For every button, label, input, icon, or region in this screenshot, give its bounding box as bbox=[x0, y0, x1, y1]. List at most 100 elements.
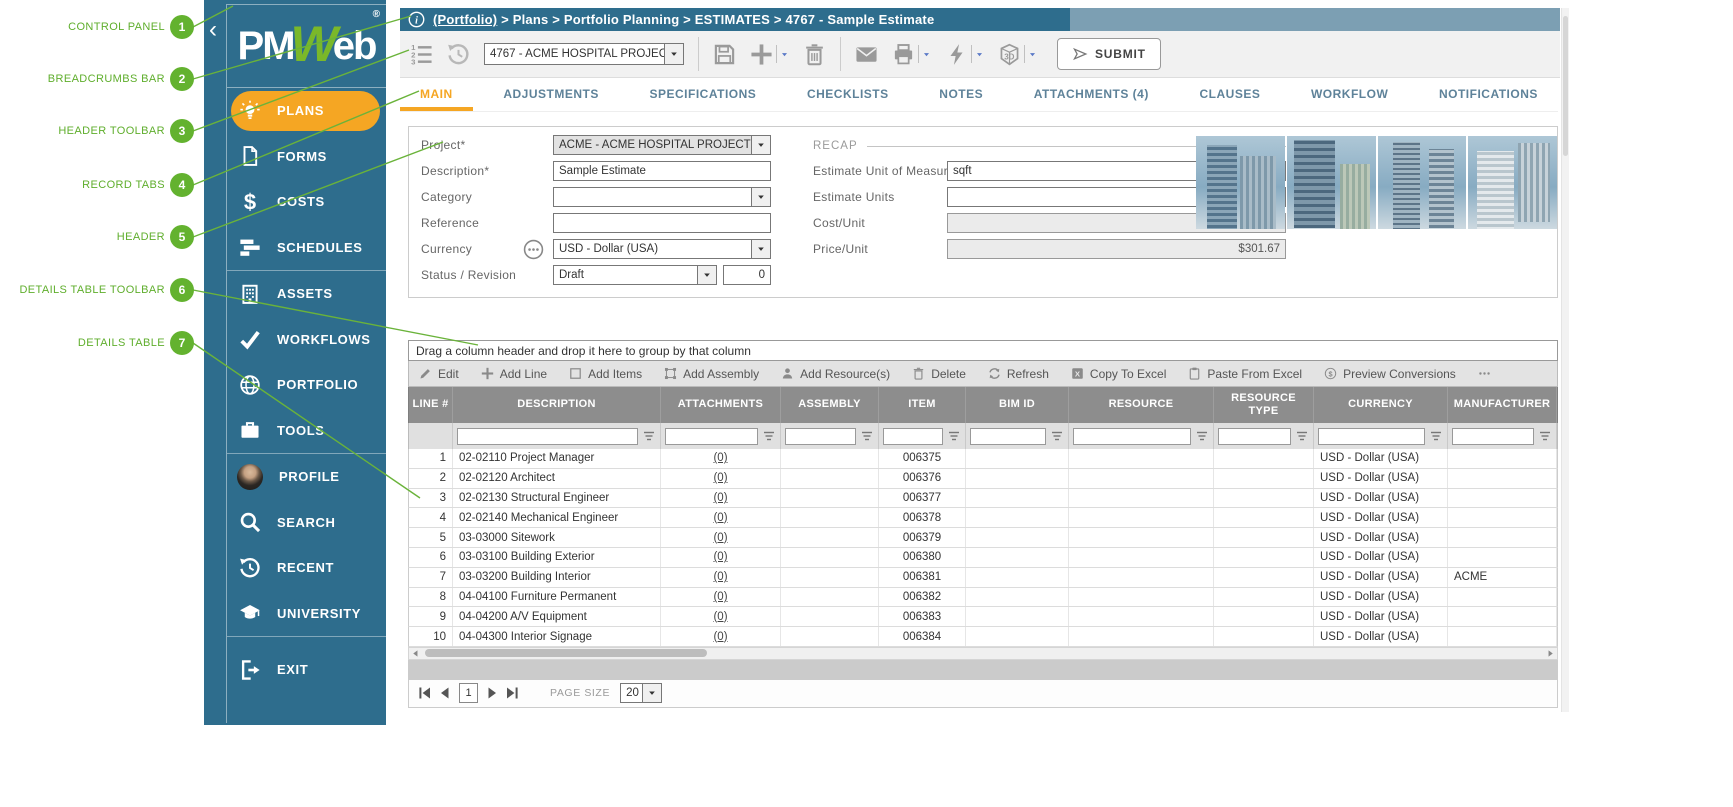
group-by-drop-zone[interactable]: Drag a column header and drop it here to… bbox=[408, 340, 1558, 361]
tab-notifications[interactable]: NOTIFICATIONS bbox=[1419, 80, 1558, 111]
delete-button[interactable]: Delete bbox=[912, 367, 966, 381]
attachments-link[interactable]: (0) bbox=[713, 591, 727, 603]
attachments-link[interactable]: (0) bbox=[713, 551, 727, 563]
table-row[interactable]: 503-03000 Sitework(0)006379USD - Dollar … bbox=[408, 528, 1558, 548]
delete-icon[interactable] bbox=[803, 43, 826, 66]
filter-input-bim_id[interactable] bbox=[970, 428, 1046, 445]
sidebar-item-workflows[interactable]: WORKFLOWS bbox=[227, 317, 386, 363]
scrollbar-thumb[interactable] bbox=[1563, 16, 1568, 156]
chevron-down-icon[interactable] bbox=[751, 136, 770, 154]
bim-split-button[interactable]: 3D bbox=[998, 43, 1037, 66]
filter-input-assembly[interactable] bbox=[785, 428, 856, 445]
sidebar-item-exit[interactable]: EXIT bbox=[227, 647, 386, 693]
submit-button[interactable]: SUBMIT bbox=[1057, 38, 1161, 70]
add-items-button[interactable]: Add Items bbox=[569, 367, 642, 381]
add-resource-s-button[interactable]: Add Resource(s) bbox=[781, 367, 890, 381]
lightning-icon[interactable] bbox=[945, 43, 968, 66]
sidebar-item-plans[interactable]: PLANS bbox=[227, 88, 386, 134]
refresh-button[interactable]: Refresh bbox=[988, 367, 1049, 381]
tab-workflow[interactable]: WORKFLOW bbox=[1291, 80, 1408, 111]
attachments-link[interactable]: (0) bbox=[713, 492, 727, 504]
table-row[interactable]: 402-02140 Mechanical Engineer(0)006378US… bbox=[408, 508, 1558, 528]
print-split-button[interactable] bbox=[892, 43, 931, 66]
chevron-down-icon[interactable] bbox=[751, 240, 770, 258]
filter-input-attachments[interactable] bbox=[665, 428, 758, 445]
add-icon[interactable] bbox=[750, 43, 773, 66]
column-header-currency[interactable]: CURRENCY bbox=[1314, 387, 1448, 423]
actions-split-button[interactable] bbox=[945, 43, 984, 66]
filter-icon[interactable] bbox=[1429, 430, 1443, 442]
description-field[interactable]: Sample Estimate bbox=[553, 161, 771, 181]
sidebar-item-search[interactable]: SEARCH bbox=[227, 500, 386, 546]
filter-icon[interactable] bbox=[860, 430, 874, 442]
attachments-link[interactable]: (0) bbox=[713, 631, 727, 643]
breadcrumb-segment[interactable]: Plans bbox=[513, 12, 549, 27]
filter-icon[interactable] bbox=[1050, 430, 1064, 442]
first-page-icon[interactable] bbox=[417, 685, 433, 701]
filter-icon[interactable] bbox=[762, 430, 776, 442]
column-header-line[interactable]: LINE # bbox=[409, 387, 453, 423]
column-header-bim-id[interactable]: BIM ID bbox=[966, 387, 1069, 423]
table-row[interactable]: 603-03100 Building Exterior(0)006380USD … bbox=[408, 548, 1558, 568]
table-row[interactable]: 302-02130 Structural Engineer(0)006377US… bbox=[408, 489, 1558, 509]
breadcrumb-segment[interactable]: ESTIMATES bbox=[695, 12, 770, 27]
sidebar-item-portfolio[interactable]: PORTFOLIO bbox=[227, 362, 386, 408]
table-row[interactable]: 904-04200 A/V Equipment(0)006383USD - Do… bbox=[408, 607, 1558, 627]
scroll-right-icon[interactable] bbox=[1544, 648, 1557, 659]
filter-input-resource[interactable] bbox=[1073, 428, 1191, 445]
reference-field[interactable] bbox=[553, 213, 771, 233]
sidebar-item-profile[interactable]: PROFILE bbox=[227, 454, 386, 500]
tab-checklists[interactable]: CHECKLISTS bbox=[787, 80, 909, 111]
filter-input-item[interactable] bbox=[883, 428, 943, 445]
column-header-resource-type[interactable]: RESOURCE TYPE bbox=[1214, 387, 1314, 423]
chevron-down-icon[interactable] bbox=[664, 44, 683, 64]
column-header-item[interactable]: ITEM bbox=[879, 387, 966, 423]
previous-page-icon[interactable] bbox=[437, 685, 453, 701]
add-record-split-button[interactable] bbox=[750, 43, 789, 66]
breadcrumb-segment[interactable]: (Portfolio) bbox=[433, 12, 497, 27]
status-select[interactable]: Draft bbox=[553, 265, 717, 285]
paste-from-excel-button[interactable]: Paste From Excel bbox=[1188, 367, 1302, 381]
bim-dropdown-caret-icon[interactable] bbox=[1028, 50, 1037, 59]
record-selector[interactable]: 4767 - ACME HOSPITAL PROJECT - S bbox=[484, 43, 684, 65]
table-row[interactable]: 703-03200 Building Interior(0)006381USD … bbox=[408, 568, 1558, 588]
print-icon[interactable] bbox=[892, 43, 915, 66]
preview-conversions-button[interactable]: $ Preview Conversions bbox=[1324, 367, 1456, 381]
tab-specifications[interactable]: SPECIFICATIONS bbox=[630, 80, 777, 111]
filter-icon[interactable] bbox=[642, 430, 656, 442]
chevron-down-icon[interactable] bbox=[697, 266, 716, 284]
sidebar-item-university[interactable]: UNIVERSITY bbox=[227, 591, 386, 637]
attachments-link[interactable]: (0) bbox=[713, 452, 727, 464]
add-dropdown-caret-icon[interactable] bbox=[780, 50, 789, 59]
filter-icon[interactable] bbox=[1295, 430, 1309, 442]
sidebar-item-schedules[interactable]: SCHEDULES bbox=[227, 225, 386, 271]
history-icon[interactable] bbox=[447, 43, 470, 66]
vertical-scrollbar[interactable] bbox=[1561, 8, 1569, 712]
numbered-list-icon[interactable]: 123 bbox=[410, 43, 433, 66]
column-header-manufacturer[interactable]: MANUFACTURER bbox=[1448, 387, 1557, 423]
info-icon[interactable]: i bbox=[408, 11, 425, 28]
copy-to-excel-button[interactable]: X Copy To Excel bbox=[1071, 367, 1166, 381]
filter-input-manufacturer[interactable] bbox=[1452, 428, 1534, 445]
chevron-down-icon[interactable] bbox=[642, 684, 661, 702]
save-icon[interactable] bbox=[713, 43, 736, 66]
horizontal-scrollbar[interactable] bbox=[408, 647, 1558, 660]
sidebar-item-tools[interactable]: TOOLS bbox=[227, 408, 386, 454]
scrollbar-thumb[interactable] bbox=[425, 649, 707, 657]
filter-input-description[interactable] bbox=[457, 428, 638, 445]
attachments-link[interactable]: (0) bbox=[713, 611, 727, 623]
print-dropdown-caret-icon[interactable] bbox=[922, 50, 931, 59]
filter-input-resource_type[interactable] bbox=[1218, 428, 1291, 445]
attachments-link[interactable]: (0) bbox=[713, 472, 727, 484]
next-page-icon[interactable] bbox=[484, 685, 500, 701]
category-select[interactable] bbox=[553, 187, 771, 207]
breadcrumb-segment[interactable]: Portfolio Planning bbox=[564, 12, 680, 27]
attachments-link[interactable]: (0) bbox=[713, 512, 727, 524]
currency-lookup-button[interactable] bbox=[523, 239, 544, 260]
3d-cube-icon[interactable]: 3D bbox=[998, 43, 1021, 66]
attachments-link[interactable]: (0) bbox=[713, 532, 727, 544]
scroll-left-icon[interactable] bbox=[409, 648, 422, 659]
project-select[interactable]: ACME - ACME HOSPITAL PROJECT bbox=[553, 135, 771, 155]
sidebar-collapse-chevron[interactable]: ‹ bbox=[209, 20, 217, 40]
chevron-down-icon[interactable] bbox=[751, 188, 770, 206]
